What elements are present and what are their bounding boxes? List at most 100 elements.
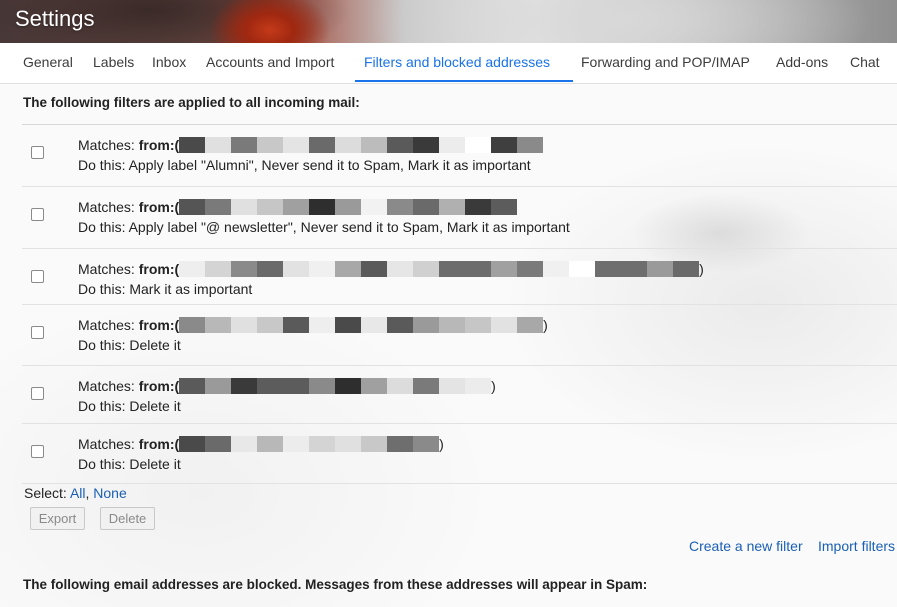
select-none-link[interactable]: None (93, 485, 126, 501)
select-controls: Select: All, None (24, 485, 127, 501)
redaction-pixel (465, 199, 492, 215)
tab-labels[interactable]: Labels (93, 54, 134, 70)
redaction-pixel (205, 317, 232, 333)
redaction-pixel (465, 378, 492, 394)
redaction-pixel (361, 199, 388, 215)
filter-criteria: Matches: from:( (78, 199, 518, 215)
redaction-pixel (517, 261, 544, 277)
redaction-pixel (179, 199, 206, 215)
redaction-pixel (179, 261, 206, 277)
redaction-pixel (283, 317, 310, 333)
filter-action: Do this: Apply label "Alumni", Never sen… (78, 157, 531, 173)
filter-checkbox[interactable] (31, 270, 44, 283)
filter-checkbox[interactable] (31, 387, 44, 400)
matches-label: Matches: (78, 199, 135, 215)
select-all-link[interactable]: All (70, 485, 86, 501)
delete-button[interactable]: Delete (100, 507, 155, 530)
tab-general[interactable]: General (23, 54, 73, 70)
redaction-pixel (413, 199, 440, 215)
filter-criteria: Matches: from:() (78, 436, 444, 452)
redaction-pixel (205, 436, 232, 452)
redaction-pixel (361, 436, 388, 452)
matches-label: Matches: (78, 137, 135, 153)
matches-label: Matches: (78, 261, 135, 277)
filter-row: Matches: from:() Do this: Delete it (22, 366, 897, 424)
active-tab-indicator (355, 80, 573, 82)
redaction-pixel (543, 261, 570, 277)
redaction-pixel (231, 261, 258, 277)
redaction-pixel (309, 199, 336, 215)
redaction-pixel (673, 261, 700, 277)
redaction-pixel (361, 317, 388, 333)
select-separator: , (85, 485, 90, 501)
tab-chat[interactable]: Chat (850, 54, 880, 70)
redaction-pixel (231, 137, 258, 153)
redaction-pixel (283, 199, 310, 215)
redaction-pixel (413, 436, 440, 452)
page-title: Settings (15, 6, 95, 31)
from-label: from:( (138, 199, 180, 215)
filter-checkbox[interactable] (31, 445, 44, 458)
filter-checkbox[interactable] (31, 146, 44, 159)
import-filters-link[interactable]: Import filters (818, 538, 895, 554)
redaction-pixel (413, 137, 440, 153)
filter-criteria: Matches: from:() (78, 261, 704, 277)
filter-row: Matches: from:( Do this: Apply label "@ … (22, 187, 897, 249)
filter-action: Do this: Apply label "@ newsletter", Nev… (78, 219, 570, 235)
redaction-pixel (387, 261, 414, 277)
tab-forwarding-pop-imap[interactable]: Forwarding and POP/IMAP (581, 54, 750, 70)
redaction-pixel (231, 317, 258, 333)
filter-action: Do this: Mark it as important (78, 281, 253, 297)
redaction-pixel (517, 317, 544, 333)
redaction-pixel (439, 137, 466, 153)
tab-inbox[interactable]: Inbox (152, 54, 186, 70)
create-new-filter-link[interactable]: Create a new filter (689, 538, 803, 554)
redaction-pixel (205, 378, 232, 394)
blocked-addresses-heading: The following email addresses are blocke… (23, 577, 648, 592)
redaction-pixel (257, 378, 284, 394)
filter-list: Matches: from:( Do this: Apply label "Al… (22, 124, 897, 484)
close-paren: ) (491, 378, 496, 394)
redaction-pixel (387, 199, 414, 215)
redaction-pixel (257, 261, 284, 277)
tab-accounts-and-import[interactable]: Accounts and Import (206, 54, 334, 70)
matches-label: Matches: (78, 436, 135, 452)
redaction-pixel (309, 261, 336, 277)
from-label: from:( (138, 261, 180, 277)
redaction-pixel (179, 317, 206, 333)
close-paren: ) (699, 261, 704, 277)
redaction-pixel (309, 436, 336, 452)
redaction-pixel (179, 378, 206, 394)
redaction-pixel (569, 261, 596, 277)
from-label: from:( (138, 378, 180, 394)
redacted-address (179, 199, 518, 215)
redaction-pixel (335, 137, 362, 153)
filter-action: Do this: Delete it (78, 337, 181, 353)
tab-filters-and-blocked-addresses[interactable]: Filters and blocked addresses (364, 54, 550, 70)
redaction-pixel (309, 137, 336, 153)
redaction-pixel (179, 436, 206, 452)
filter-checkbox[interactable] (31, 208, 44, 221)
filter-row: Matches: from:() Do this: Delete it (22, 305, 897, 366)
tab-add-ons[interactable]: Add-ons (776, 54, 828, 70)
redaction-pixel (309, 378, 336, 394)
redaction-pixel (283, 378, 310, 394)
redaction-pixel (491, 137, 518, 153)
filter-criteria: Matches: from:( (78, 137, 544, 153)
redaction-pixel (491, 261, 518, 277)
redaction-pixel (257, 199, 284, 215)
redacted-address (179, 317, 544, 333)
filter-action: Do this: Delete it (78, 398, 181, 414)
filter-checkbox[interactable] (31, 326, 44, 339)
redaction-pixel (465, 137, 492, 153)
redaction-pixel (439, 199, 466, 215)
redaction-pixel (257, 436, 284, 452)
redaction-pixel (439, 261, 466, 277)
settings-tabs: General Labels Inbox Accounts and Import… (0, 43, 897, 84)
redaction-pixel (205, 137, 232, 153)
redaction-pixel (517, 137, 544, 153)
redaction-pixel (387, 378, 414, 394)
redacted-address (179, 378, 492, 394)
redaction-pixel (335, 436, 362, 452)
export-button[interactable]: Export (30, 507, 85, 530)
